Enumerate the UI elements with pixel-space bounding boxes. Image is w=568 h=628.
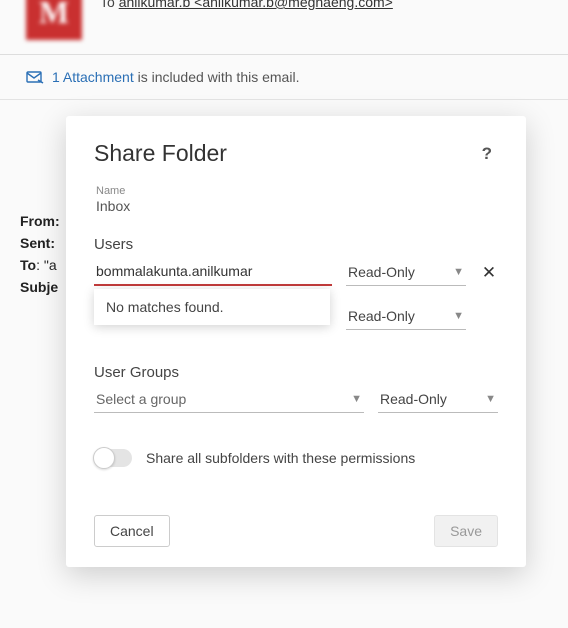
- group-select-placeholder: Select a group: [96, 391, 186, 407]
- group-select[interactable]: Select a group ▼: [94, 387, 364, 413]
- group-permission-select-value: Read-Only: [380, 391, 447, 407]
- avatar-letter: M: [39, 0, 69, 31]
- share-folder-dialog: Share Folder ? Name Inbox Users Read-Onl…: [66, 116, 526, 567]
- share-subfolders-toggle[interactable]: [94, 449, 132, 467]
- dialog-title: Share Folder: [94, 140, 227, 167]
- chevron-down-icon: ▼: [351, 393, 362, 405]
- save-button[interactable]: Save: [434, 515, 498, 547]
- help-button[interactable]: ?: [476, 142, 498, 166]
- remove-user-button[interactable]: ✕: [480, 263, 498, 283]
- permission-select-1[interactable]: Read-Only ▼: [346, 260, 466, 286]
- permission-select-1-value: Read-Only: [348, 264, 415, 280]
- attachment-row: 1 Attachment is included with this email…: [0, 55, 568, 100]
- folder-name-value: Inbox: [96, 198, 498, 214]
- cancel-button[interactable]: Cancel: [94, 515, 170, 547]
- toggle-knob: [93, 447, 115, 469]
- autocomplete-dropdown: No matches found.: [94, 289, 330, 325]
- group-permission-select[interactable]: Read-Only ▼: [378, 387, 498, 413]
- avatar: M: [26, 0, 82, 40]
- user-search-input[interactable]: [94, 259, 332, 286]
- to-label: To: [100, 0, 115, 10]
- chevron-down-icon: ▼: [453, 310, 464, 322]
- meta-to-label: To: [20, 257, 36, 273]
- attachment-rest-text: is included with this email.: [134, 69, 300, 85]
- meta-from-label: From:: [20, 213, 60, 229]
- name-field-label: Name: [96, 185, 498, 197]
- attachment-icon: [26, 69, 44, 85]
- meta-to-value: : "a: [36, 257, 57, 273]
- permission-select-2-value: Read-Only: [348, 308, 415, 324]
- group-row: Select a group ▼ Read-Only ▼: [94, 387, 498, 413]
- share-subfolders-label: Share all subfolders with these permissi…: [146, 450, 415, 466]
- email-to-line: To anilkumar.b <anilkumar.b@meghaeng.com…: [100, 0, 393, 10]
- no-matches-text: No matches found.: [106, 299, 224, 315]
- permission-select-2[interactable]: Read-Only ▼: [346, 304, 466, 330]
- chevron-down-icon: ▼: [453, 266, 464, 278]
- to-recipient-link[interactable]: anilkumar.b <anilkumar.b@meghaeng.com>: [119, 0, 393, 10]
- users-section-label: Users: [94, 236, 498, 253]
- meta-subject-label: Subje: [20, 279, 58, 295]
- chevron-down-icon: ▼: [485, 393, 496, 405]
- attachment-count-link[interactable]: 1 Attachment: [52, 69, 134, 85]
- meta-sent-label: Sent:: [20, 235, 55, 251]
- user-row-1: Read-Only ▼ ✕ No matches found.: [94, 259, 498, 286]
- email-header: M To anilkumar.b <anilkumar.b@meghaeng.c…: [0, 0, 568, 55]
- user-groups-section-label: User Groups: [94, 364, 498, 381]
